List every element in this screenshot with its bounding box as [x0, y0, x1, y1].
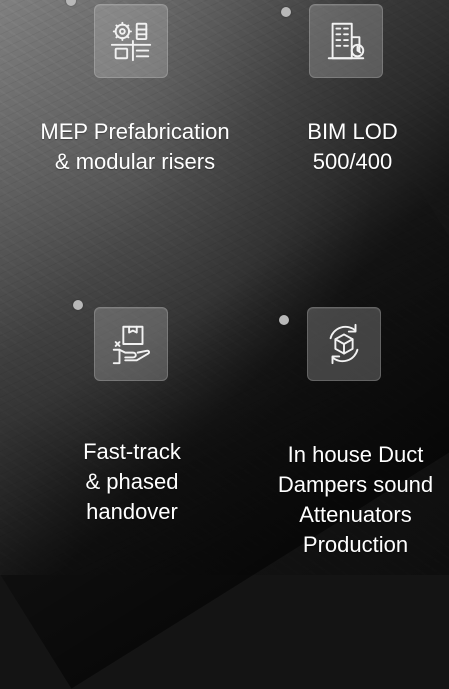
- label-line: & phased: [85, 469, 179, 494]
- label-line: Attenuators: [299, 502, 412, 527]
- label-line: handover: [86, 499, 178, 524]
- prefabrication-icon: [110, 21, 152, 62]
- tile-indicator-dot: [73, 300, 83, 310]
- tile-label-bim-lod: BIM LOD 500/400: [270, 117, 435, 177]
- production-cycle-icon: [329, 323, 359, 365]
- label-line: Dampers sound: [277, 472, 434, 497]
- handover-tile[interactable]: [94, 307, 168, 381]
- tile-label-prefabrication: MEP Prefabrication & modular risers: [4, 117, 266, 177]
- tile-label-handover: Fast-track & phased handover: [52, 437, 212, 527]
- tile-indicator-dot: [281, 7, 291, 17]
- label-line: MEP Prefabrication: [40, 119, 230, 144]
- bim-lod-tile[interactable]: [309, 4, 383, 78]
- label-line: 500/400: [312, 149, 393, 174]
- label-line: Production: [302, 532, 409, 557]
- label-line: BIM LOD: [307, 119, 398, 144]
- handover-box-hand-icon: [112, 325, 150, 365]
- tile-label-production: In house Duct Dampers sound Attenuators …: [262, 440, 449, 560]
- label-line: & modular risers: [54, 149, 216, 174]
- production-tile[interactable]: [307, 307, 381, 381]
- label-line: Fast-track: [83, 439, 181, 464]
- bim-building-icon: [327, 22, 365, 60]
- tile-indicator-dot: [279, 315, 289, 325]
- prefabrication-tile[interactable]: [94, 4, 168, 78]
- label-line: In house Duct: [287, 442, 424, 467]
